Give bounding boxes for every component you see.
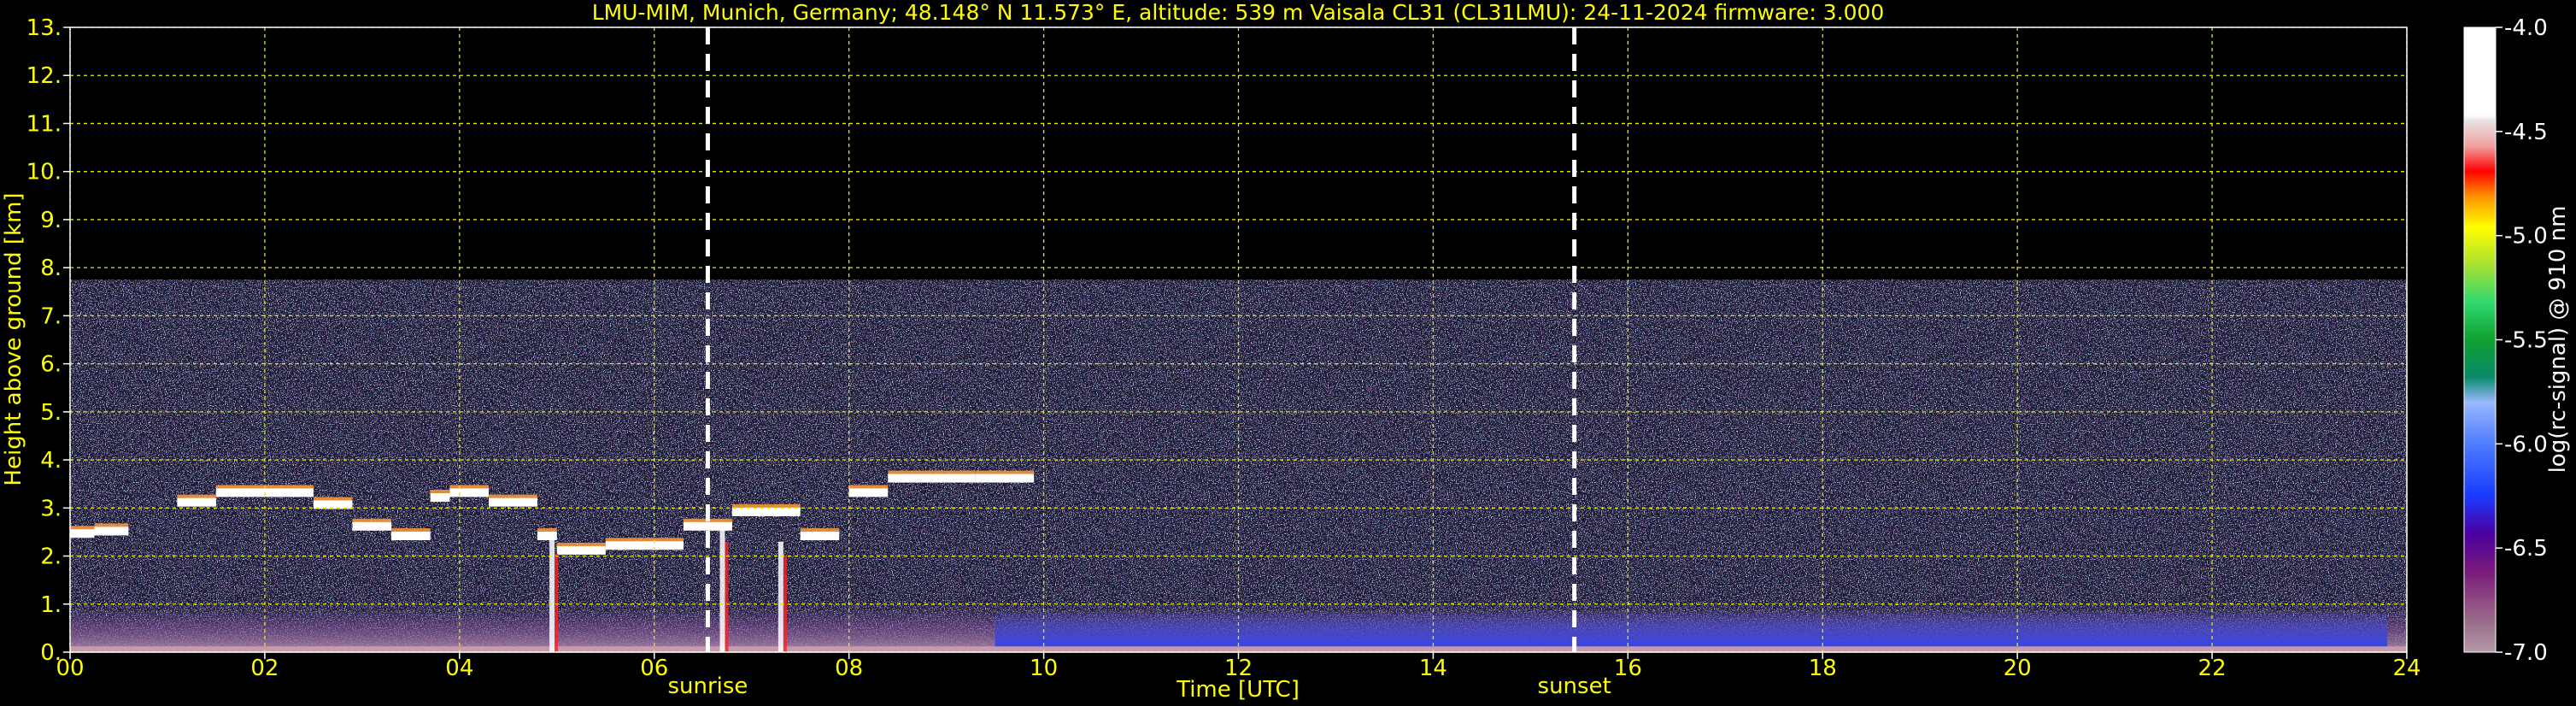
x-tick-label: 06: [640, 656, 668, 681]
cloud-layer: [177, 497, 216, 507]
colorbar-tick-label: -4.5: [2504, 120, 2548, 145]
cloud-layer: [449, 488, 490, 497]
y-tick-label: 10.: [26, 160, 62, 185]
y-tick-label: 12.: [26, 63, 62, 89]
colorbar-tick-label: -5.5: [2504, 328, 2548, 354]
y-tick-label: 4.: [40, 448, 62, 474]
x-tick-label: 20: [2004, 656, 2032, 681]
x-tick-label: 02: [250, 656, 279, 681]
cloud-layer: [800, 532, 840, 541]
x-tick-label: 22: [2198, 656, 2227, 681]
chart-title: LMU-MIM, Munich, Germany; 48.148° N 11.5…: [592, 0, 1885, 25]
colorbar-tick-label: -6.5: [2504, 536, 2548, 562]
y-tick-label: 5.: [40, 400, 62, 426]
x-tick-label: 14: [1419, 656, 1447, 681]
cloud-layer: [352, 521, 392, 531]
y-tick-label: 11.: [26, 111, 62, 137]
precipitation-streak: [719, 527, 725, 652]
cloud-layer: [888, 474, 976, 483]
event-label-sunset: sunset: [1538, 674, 1611, 699]
y-tick-label: 6.: [40, 352, 62, 378]
x-tick-label: 18: [1809, 656, 1837, 681]
x-tick-label: 10: [1030, 656, 1058, 681]
y-tick-label: 8.: [40, 256, 62, 281]
cloud-layer: [975, 474, 1035, 483]
cloud-layer: [848, 488, 889, 497]
colorbar-tick-label: -6.0: [2504, 432, 2548, 457]
colorbar-tick-label: -4.0: [2504, 15, 2548, 41]
x-tick-label: 16: [1614, 656, 1642, 681]
y-tick-label: 1.: [40, 592, 62, 618]
x-tick-label: 08: [835, 656, 863, 681]
y-tick-label: 0.: [40, 640, 62, 666]
y-tick-label: 2.: [40, 544, 62, 570]
y-tick-label: 3.: [40, 496, 62, 521]
colorbar-label: log(rc-signal) @ 910 nm: [2545, 206, 2571, 474]
colorbar-tick-label: -7.0: [2504, 640, 2548, 666]
colorbar-tick-label: -5.0: [2504, 224, 2548, 250]
precipitation-streak: [777, 541, 783, 652]
cloud-layer: [605, 541, 684, 550]
precipitation-streak: [725, 541, 729, 652]
colorbar: [2463, 26, 2497, 653]
aerosol-layer: [995, 609, 2388, 652]
y-tick-label: 13.: [26, 15, 62, 41]
event-label-sunrise: sunrise: [667, 674, 748, 699]
x-tick-label: 04: [445, 656, 473, 681]
cloud-layer: [430, 493, 450, 503]
cloud-layer: [94, 527, 129, 536]
cloud-layer: [489, 497, 537, 507]
precipitation-streak: [555, 553, 559, 652]
cloud-layer: [70, 529, 95, 538]
y-tick-label: 9.: [40, 208, 62, 233]
x-axis-label: Time [UTC]: [1176, 677, 1300, 703]
y-axis-label: Height above ground [km]: [1, 192, 26, 485]
x-tick-label: 24: [2392, 656, 2421, 681]
cloud-layer: [556, 545, 606, 555]
y-tick-label: 7.: [40, 303, 62, 329]
cloud-layer: [537, 532, 557, 541]
cloud-layer: [731, 507, 801, 516]
ceilometer-chart: sunrise sunset 00 02 04 06 08 10 12 14 16 18 20 22 24…: [1, 0, 2571, 703]
cloud-layer: [391, 532, 431, 541]
